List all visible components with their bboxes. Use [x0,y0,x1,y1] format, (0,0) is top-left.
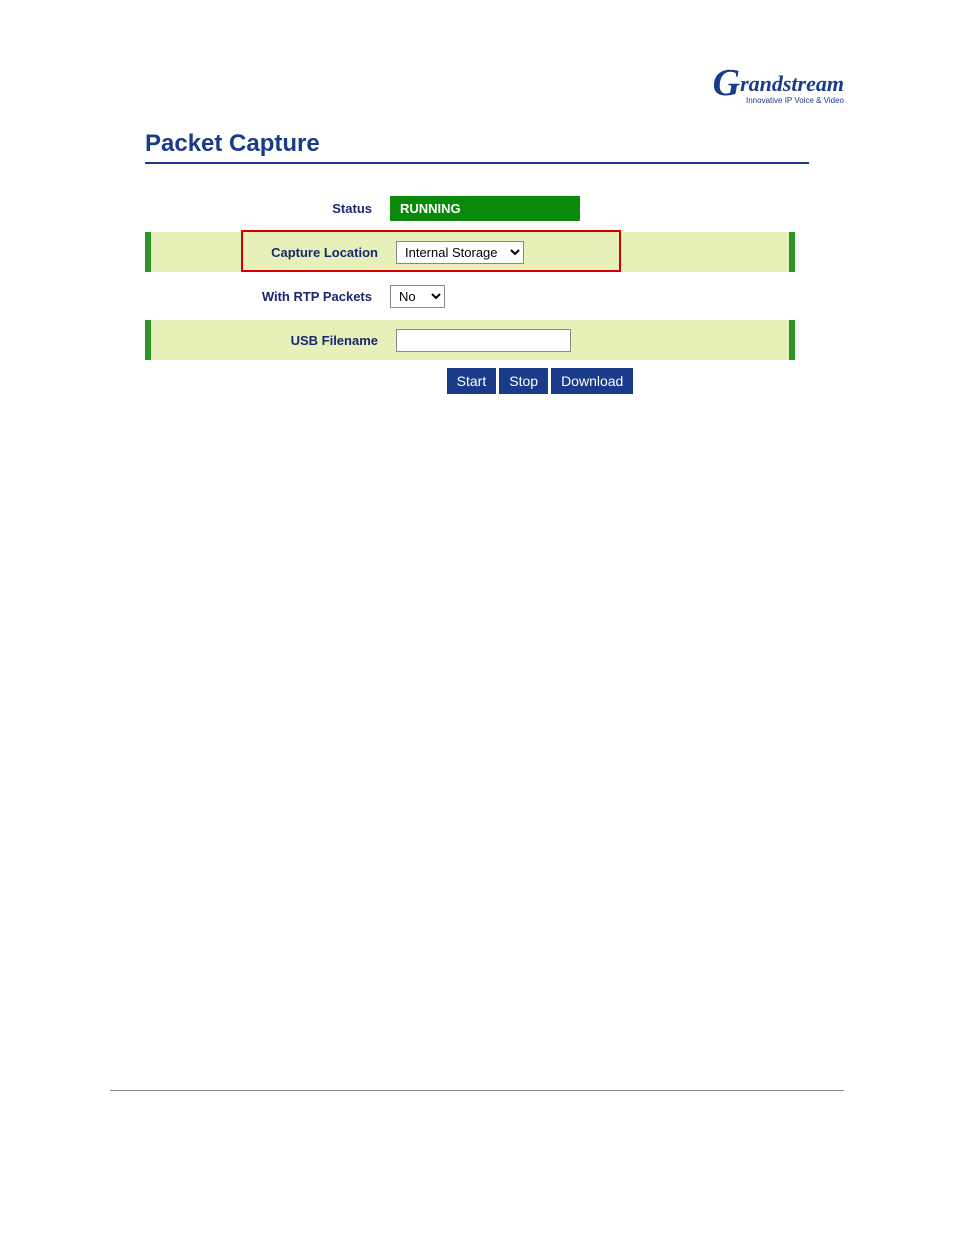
status-label: Status [145,201,390,216]
brand-logo: Grandstream Innovative IP Voice & Video [713,60,844,105]
stop-button[interactable]: Stop [499,368,548,394]
rtp-label: With RTP Packets [145,289,390,304]
capture-location-label: Capture Location [151,245,396,260]
footer-separator [110,1090,844,1091]
button-row: Start Stop Download [145,368,705,394]
page-title: Packet Capture [145,130,809,164]
capture-location-row: Capture Location Internal Storage [145,232,795,272]
rtp-select[interactable]: No [390,285,445,308]
capture-location-select[interactable]: Internal Storage [396,241,524,264]
usb-filename-input[interactable] [396,329,571,352]
status-row: Status RUNNING [145,188,795,228]
rtp-row: With RTP Packets No [145,276,795,316]
start-button[interactable]: Start [447,368,497,394]
download-button[interactable]: Download [551,368,633,394]
usb-filename-row: USB Filename [145,320,795,360]
brand-name: Grandstream [713,60,844,98]
packet-capture-form: Status RUNNING Capture Location Internal… [145,188,795,394]
usb-filename-label: USB Filename [151,333,396,348]
status-badge: RUNNING [390,196,580,221]
